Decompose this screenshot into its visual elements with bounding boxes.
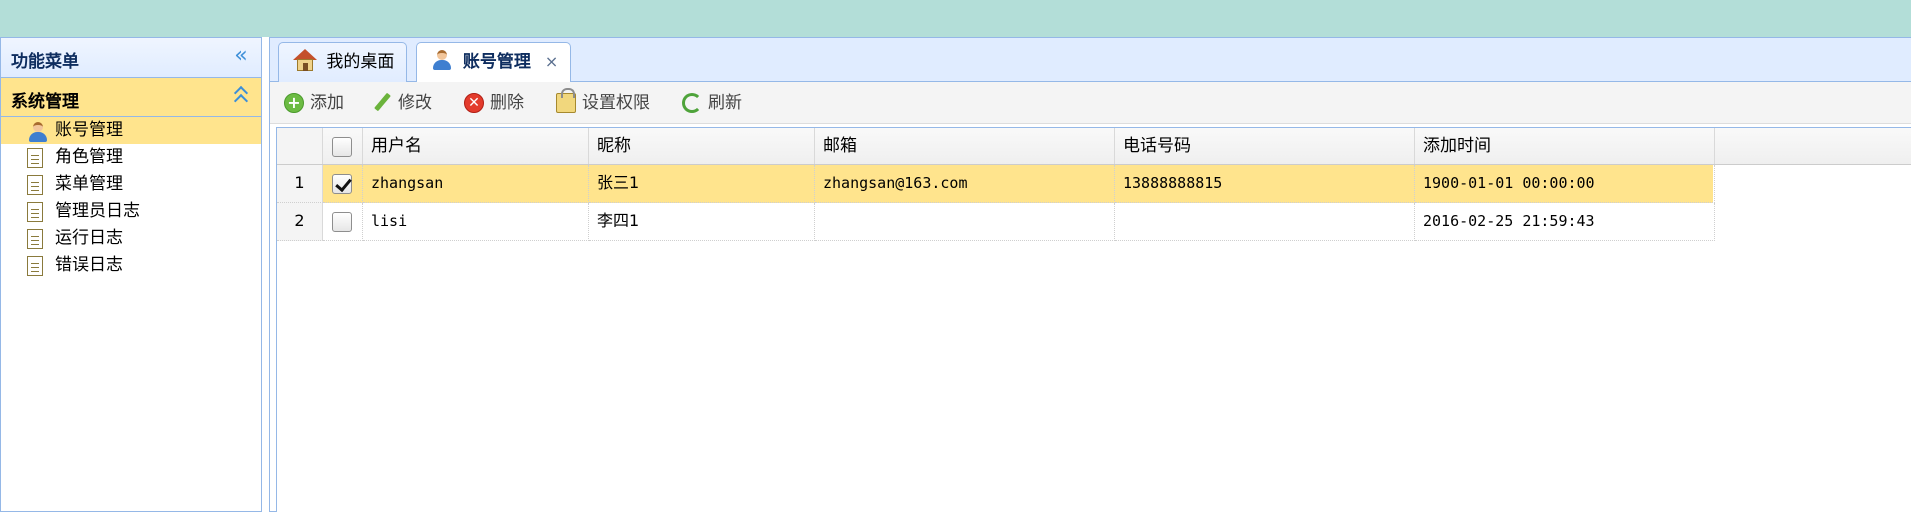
add-button[interactable]: + 添加: [282, 90, 344, 116]
tab-label: 账号管理: [462, 52, 531, 72]
document-icon: [27, 202, 43, 222]
grid-header: 用户名 昵称 邮箱 电话号码 添加时间: [277, 128, 1911, 165]
edit-button[interactable]: 修改: [370, 90, 432, 116]
tabs-header: 我的桌面 账号管理 ×: [270, 38, 1911, 83]
delete-button[interactable]: ✕ 删除: [462, 90, 524, 116]
column-header-added-time[interactable]: 添加时间: [1415, 128, 1715, 164]
refresh-icon: [682, 93, 702, 113]
tab-account-management[interactable]: 账号管理 ×: [416, 42, 572, 83]
menu-item-account[interactable]: 账号管理: [1, 117, 261, 144]
user-icon: [431, 49, 453, 71]
accordion-header-system[interactable]: 系统管理: [1, 78, 261, 117]
menu-item-error-log[interactable]: 错误日志: [1, 252, 261, 279]
menu-item-menu[interactable]: 菜单管理: [1, 171, 261, 198]
rownum-header: [277, 128, 323, 164]
set-permissions-button[interactable]: 设置权限: [554, 88, 650, 116]
toolbar: + 添加 修改 ✕ 删除 设置权限 刷新: [270, 82, 1911, 124]
tab-label: 我的桌面: [326, 52, 395, 72]
tab-desktop[interactable]: 我的桌面: [278, 42, 408, 83]
select-all-checkbox[interactable]: [332, 137, 352, 157]
column-header-username[interactable]: 用户名: [363, 128, 589, 164]
set-permissions-button-label: 设置权限: [582, 93, 650, 113]
cell-added-time: 2016-02-25 21:59:43: [1415, 203, 1715, 241]
add-icon: +: [284, 93, 304, 113]
cell-username: zhangsan: [363, 165, 589, 203]
menu-item-label: 菜单管理: [55, 174, 123, 194]
document-icon: [27, 175, 43, 195]
cell-nickname: 李四1: [589, 203, 815, 241]
row-number: 2: [277, 203, 323, 241]
menu-item-label: 角色管理: [55, 147, 123, 167]
document-icon: [27, 229, 43, 249]
select-all-cell: [323, 128, 363, 164]
table-row[interactable]: 2 lisi 李四1 2016-02-25 21:59:43: [277, 203, 1715, 241]
column-header-email[interactable]: 邮箱: [815, 128, 1115, 164]
row-checkbox-cell: [323, 165, 363, 203]
west-panel-title: 功能菜单: [11, 52, 79, 72]
delete-button-label: 删除: [490, 93, 524, 113]
row-checkbox[interactable]: [332, 174, 352, 194]
home-icon: [293, 49, 317, 71]
edit-button-label: 修改: [398, 93, 432, 113]
row-number: 1: [277, 165, 323, 203]
accordion-title: 系统管理: [11, 92, 79, 112]
menu-item-admin-log[interactable]: 管理员日志: [1, 198, 261, 225]
document-icon: [27, 148, 43, 168]
menu-item-role[interactable]: 角色管理: [1, 144, 261, 171]
refresh-button-label: 刷新: [708, 93, 742, 113]
close-icon[interactable]: ×: [545, 43, 558, 81]
row-checkbox-cell: [323, 203, 363, 241]
column-header-nickname[interactable]: 昵称: [589, 128, 815, 164]
delete-icon: ✕: [464, 93, 484, 113]
cell-username: lisi: [363, 203, 589, 241]
add-button-label: 添加: [310, 93, 344, 113]
cell-added-time: 1900-01-01 00:00:00: [1415, 165, 1715, 203]
menu-list: 账号管理 角色管理 菜单管理 管理员日志 运行日志 错误日志: [1, 117, 261, 279]
cell-email: [815, 203, 1115, 241]
account-grid: 用户名 昵称 邮箱 电话号码 添加时间 1 zhangsan 张三1 zhang…: [276, 127, 1911, 512]
refresh-button[interactable]: 刷新: [680, 90, 742, 116]
user-icon: [27, 121, 47, 142]
cell-nickname: 张三1: [589, 165, 815, 203]
menu-item-label: 错误日志: [55, 255, 123, 275]
west-menu-panel: 功能菜单 « 系统管理 账号管理 角色管理 菜单管理 管理员日志 运行日志 错误…: [0, 37, 262, 512]
top-banner: [0, 0, 1911, 37]
cell-phone: [1115, 203, 1415, 241]
menu-item-label: 账号管理: [55, 120, 123, 140]
row-checkbox[interactable]: [332, 212, 352, 232]
menu-item-label: 管理员日志: [55, 201, 140, 221]
menu-item-run-log[interactable]: 运行日志: [1, 225, 261, 252]
collapse-up-icon[interactable]: [231, 84, 251, 110]
column-header-phone[interactable]: 电话号码: [1115, 128, 1415, 164]
pencil-icon: [372, 93, 392, 113]
collapse-left-icon[interactable]: «: [231, 45, 251, 68]
lock-icon: [556, 88, 576, 113]
west-panel-header: 功能菜单 «: [1, 38, 261, 78]
document-icon: [27, 256, 43, 276]
cell-email: zhangsan@163.com: [815, 165, 1115, 203]
menu-item-label: 运行日志: [55, 228, 123, 248]
center-panel: 我的桌面 账号管理 × + 添加 修改 ✕ 删除 设置权限 刷新 用户名 昵称 …: [269, 37, 1911, 512]
cell-phone: 13888888815: [1115, 165, 1415, 203]
table-row[interactable]: 1 zhangsan 张三1 zhangsan@163.com 13888888…: [277, 165, 1715, 203]
